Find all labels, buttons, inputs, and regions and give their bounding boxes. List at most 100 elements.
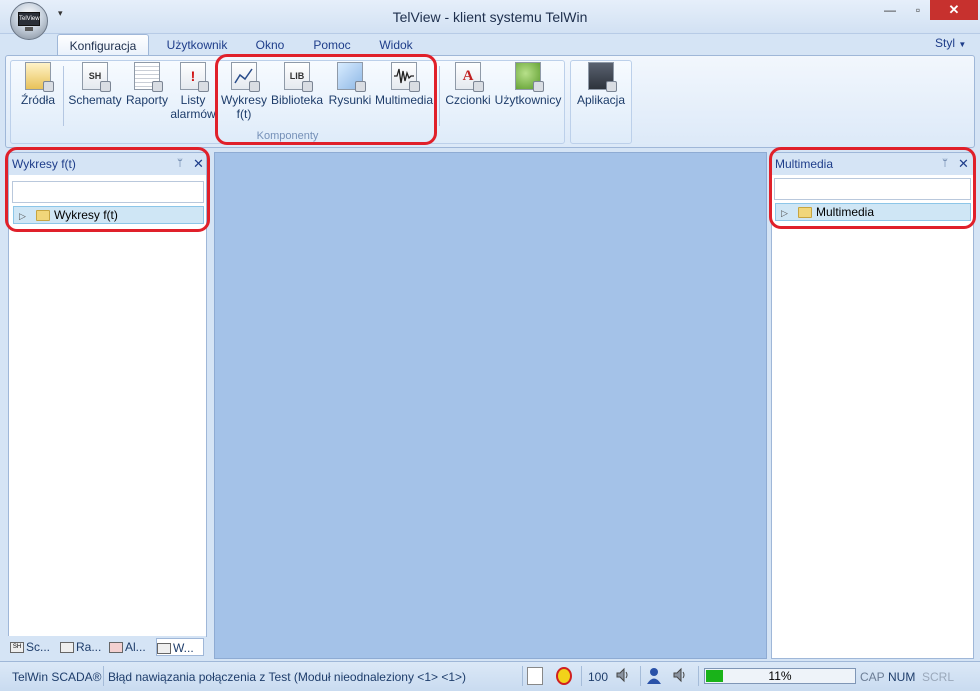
pin-icon[interactable]: ᛘ <box>177 153 183 175</box>
scroll-lock-indicator: SCRL <box>922 670 955 684</box>
ribbon-button-aplikacja[interactable]: Aplikacja <box>574 62 628 107</box>
ribbon-button-rysunki[interactable]: Rysunki <box>325 62 375 107</box>
ribbon-button-label-line1: Wykresy <box>221 93 267 107</box>
right-panel: Multimedia ᛘ ✕ ▷ Multimedia <box>771 152 974 659</box>
right-panel-title: Multimedia <box>775 157 834 171</box>
panel-tab-label: Sc... <box>26 640 51 654</box>
panel-tab-raporty[interactable]: Ra... <box>60 638 108 656</box>
ribbon-button-listy-alarmow[interactable]: ! Listy alarmów <box>169 62 217 121</box>
ribbon-separator <box>439 66 440 126</box>
maximize-button[interactable]: ▫ <box>904 0 932 20</box>
style-menu[interactable]: Styl ▼ <box>935 36 966 50</box>
ribbon-button-label-line2: f(t) <box>236 107 252 121</box>
panel-tab-wykresy[interactable]: W... <box>156 638 204 656</box>
ribbon-button-label: Biblioteka <box>270 93 324 107</box>
status-separator <box>640 666 641 686</box>
ribbon-button-uzytkownicy[interactable]: Użytkownicy <box>493 62 563 107</box>
alarm-list-icon: ! <box>180 62 209 92</box>
application-menu-button[interactable]: TelView <box>10 2 48 40</box>
right-panel-header: Multimedia ᛘ ✕ <box>772 153 973 175</box>
close-button[interactable]: ✕ <box>930 0 978 20</box>
ribbon-button-biblioteka[interactable]: LIB Biblioteka <box>269 62 325 107</box>
panel-tab-label: W... <box>173 641 194 655</box>
status-separator <box>698 666 699 686</box>
ribbon-button-wykresy[interactable]: Wykresy f(t) <box>218 62 270 121</box>
alarm-glyph: ! <box>190 68 196 84</box>
fonts-icon: A <box>455 62 484 92</box>
panel-tab-alarmy[interactable]: Al... <box>109 638 157 656</box>
schematics-icon: SH <box>10 642 24 654</box>
multimedia-icon <box>391 62 420 92</box>
ribbon-button-zrodla[interactable]: Źródła <box>14 62 62 107</box>
pin-icon[interactable]: ᛘ <box>942 153 948 175</box>
minimize-button[interactable]: — <box>876 0 904 20</box>
progress-bar: 11% <box>704 668 856 684</box>
left-panel: Wykresy f(t) ᛘ ✕ ▷ Wykresy f(t) <box>8 152 207 637</box>
telview-logo-icon: TelView <box>18 12 40 26</box>
reports-icon <box>134 62 163 92</box>
ribbon-button-label-line2: alarmów <box>170 107 216 121</box>
ribbon-tabs: Konfiguracja Użytkownik Okno Pomoc Widok <box>0 34 980 56</box>
workspace-area[interactable] <box>214 152 767 659</box>
tree-item-multimedia[interactable]: ▷ Multimedia <box>775 203 971 221</box>
users-icon <box>515 62 544 92</box>
user-icon[interactable] <box>646 667 662 685</box>
monitor-stand <box>25 27 33 31</box>
alarm-list-icon <box>109 642 123 654</box>
ribbon-button-schematy[interactable]: SH Schematy <box>66 62 124 107</box>
ribbon-button-label: Źródła <box>20 93 55 107</box>
chevron-down-icon: ▼ <box>958 40 967 49</box>
panel-tab-label: Ra... <box>76 640 102 654</box>
tab-okno[interactable]: Okno <box>248 34 292 56</box>
style-menu-label: Styl <box>935 36 956 50</box>
sound-icon[interactable] <box>672 667 688 685</box>
library-icon: LIB <box>284 62 313 92</box>
ribbon-button-label: Czcionki <box>445 93 491 107</box>
ribbon-button-label: Multimedia <box>374 93 434 107</box>
tab-konfiguracja[interactable]: Konfiguracja <box>57 34 149 56</box>
status-separator <box>581 666 582 686</box>
expand-icon[interactable]: ▷ <box>781 205 788 221</box>
close-icon[interactable]: ✕ <box>958 153 969 175</box>
left-panel-header: Wykresy f(t) ᛘ ✕ <box>9 153 206 175</box>
window-title: TelView - klient systemu TelWin <box>392 9 588 25</box>
num-lock-indicator: NUM <box>888 670 916 684</box>
application-icon <box>588 62 617 92</box>
tab-pomoc[interactable]: Pomoc <box>306 34 358 56</box>
ribbon-button-czcionki[interactable]: A Czcionki <box>442 62 494 107</box>
ribbon-button-label: Raporty <box>125 93 169 107</box>
close-icon[interactable]: ✕ <box>193 153 204 175</box>
schematics-icon: SH <box>82 62 111 92</box>
reports-icon <box>60 642 74 654</box>
ribbon-button-multimedia[interactable]: Multimedia <box>372 62 436 107</box>
progress-text: 11% <box>768 669 792 683</box>
folder-icon <box>36 210 50 221</box>
tree-item-wykresy[interactable]: ▷ Wykresy f(t) <box>13 206 204 224</box>
panel-tab-label: Al... <box>125 640 146 654</box>
telview-status-icon <box>527 667 543 685</box>
speaker-icon[interactable] <box>615 667 631 685</box>
tab-uzytkownik[interactable]: Użytkownik <box>160 34 234 56</box>
ribbon-separator <box>63 66 64 126</box>
status-value: 100 <box>588 670 609 684</box>
right-panel-search-input[interactable] <box>774 178 971 200</box>
drawings-icon <box>337 62 366 92</box>
fonts-glyph: A <box>462 68 474 84</box>
chart-icon <box>157 643 171 655</box>
expand-icon[interactable]: ▷ <box>19 208 26 224</box>
status-product: TelWin SCADA® <box>12 670 102 684</box>
ribbon-button-label: Schematy <box>68 93 122 107</box>
panel-tab-schematy[interactable]: SH Sc... <box>10 638 58 656</box>
ribbon-button-raporty[interactable]: Raporty <box>123 62 171 107</box>
ribbon-button-label: Aplikacja <box>576 93 626 107</box>
tree-item-label: Wykresy f(t) <box>54 208 118 222</box>
caps-lock-indicator: CAP <box>860 670 885 684</box>
ribbon-button-label: Rysunki <box>328 93 372 107</box>
tree-item-label: Multimedia <box>816 205 875 219</box>
left-panel-title: Wykresy f(t) <box>12 157 76 171</box>
ribbon-button-label: Użytkownicy <box>494 93 562 107</box>
left-panel-search-input[interactable] <box>12 181 204 203</box>
title-bar: TelView ▾ TelView - klient systemu TelWi… <box>0 0 980 40</box>
ribbon-button-label-line1: Listy <box>180 93 206 107</box>
tab-widok[interactable]: Widok <box>372 34 420 56</box>
